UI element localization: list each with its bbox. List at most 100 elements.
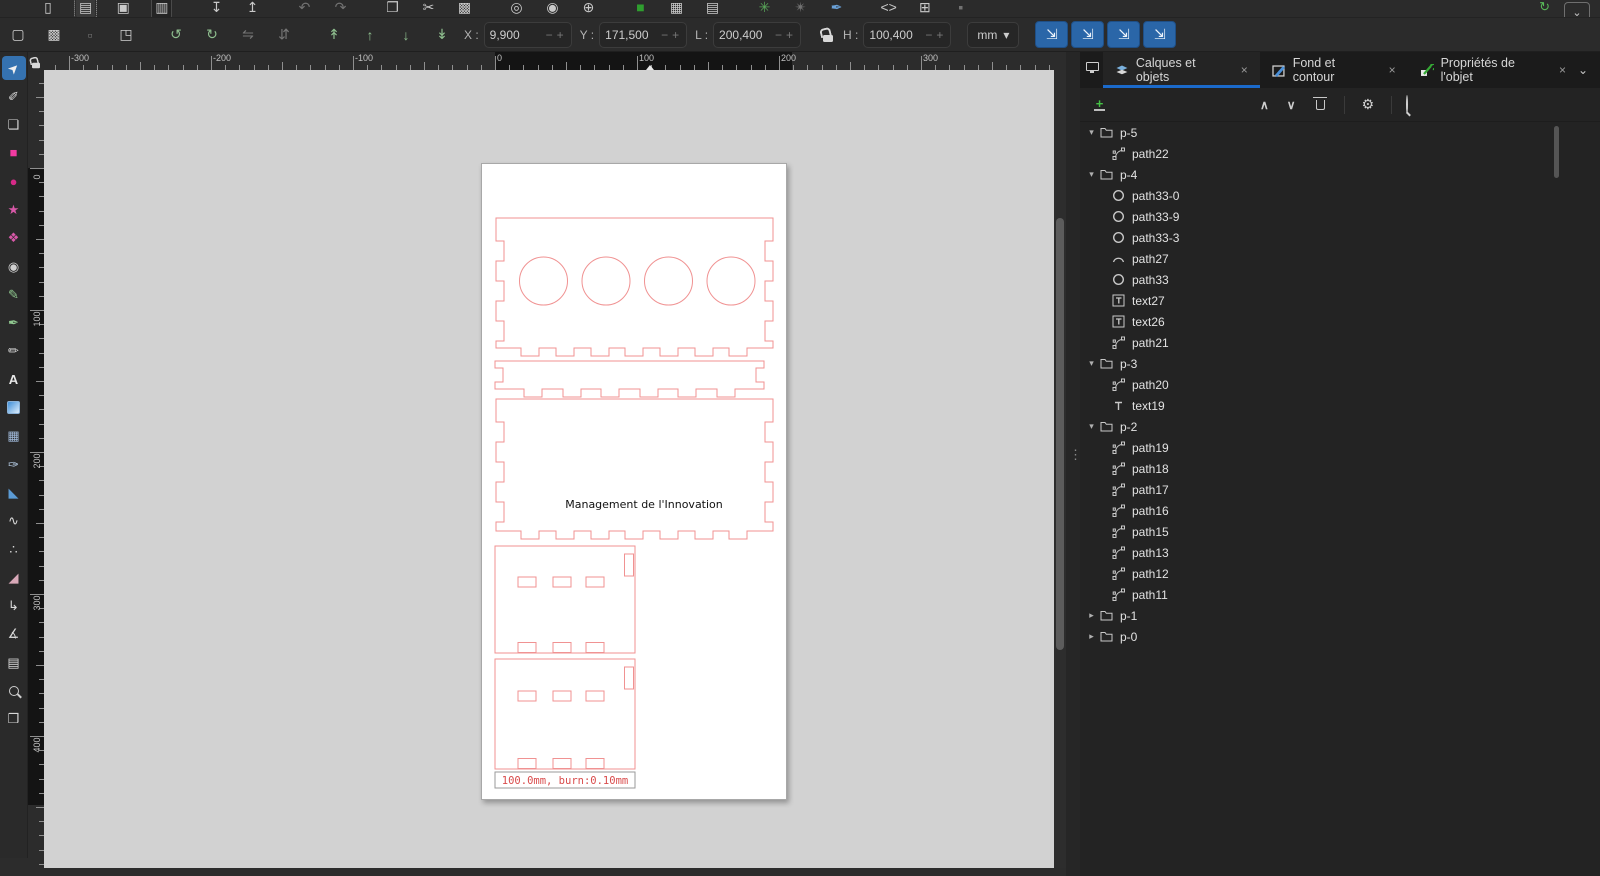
width-decrement[interactable]: −	[773, 28, 784, 42]
unit-dropdown[interactable]: mm ▾	[967, 22, 1019, 48]
select-all-layers-icon[interactable]: ▩	[46, 26, 62, 43]
tree-item-label[interactable]: path19	[1132, 441, 1169, 455]
scrollbar-thumb[interactable]	[1056, 218, 1064, 650]
tree-item-label[interactable]: path16	[1132, 504, 1169, 518]
side-panel-a[interactable]	[495, 546, 635, 653]
tree-item-label[interactable]: path18	[1132, 462, 1169, 476]
scale-corners-toggle[interactable]: ⇲	[1071, 21, 1104, 48]
x-increment[interactable]: +	[555, 28, 566, 42]
align-dialog-icon[interactable]: ⊞	[917, 0, 933, 18]
tree-row-p-4[interactable]: ▾p-4	[1080, 164, 1580, 185]
guide-lock-button[interactable]	[28, 52, 44, 70]
tree-row-path33[interactable]: path33	[1080, 269, 1580, 290]
tree-item-label[interactable]: path33-0	[1132, 189, 1179, 203]
tree-row-text26[interactable]: text26	[1080, 311, 1580, 332]
tree-item-label[interactable]: path33	[1132, 273, 1169, 287]
flip-horizontal-icon[interactable]: ⇋	[240, 26, 256, 43]
lid-hole-4[interactable]	[707, 257, 755, 305]
triangle-right-icon[interactable]: ▸	[1085, 631, 1098, 642]
triangle-down-icon[interactable]: ▾	[1085, 169, 1098, 180]
rotate-ccw-icon[interactable]: ↺	[168, 26, 184, 43]
panel-resize-handle[interactable]: ⋮	[1066, 52, 1080, 876]
panel-scrollbar[interactable]	[1554, 122, 1560, 876]
calligraphy-tool[interactable]: ✏	[2, 339, 26, 363]
tree-item-label[interactable]: text19	[1132, 399, 1165, 413]
selection-box-icon[interactable]: ◳	[118, 26, 134, 43]
pages-tool[interactable]: ❒	[2, 707, 26, 731]
close-icon[interactable]: ×	[1241, 63, 1248, 77]
duplicate-icon[interactable]: ▦	[668, 0, 684, 18]
node-tool[interactable]: ✐	[2, 84, 26, 108]
height-decrement[interactable]: −	[923, 28, 934, 42]
rotate-cw-icon[interactable]: ↻	[204, 26, 220, 43]
tree-item-label[interactable]: path20	[1132, 378, 1169, 392]
settings-gear-button[interactable]: ⚙	[1362, 96, 1375, 113]
lower-to-bottom-icon[interactable]: ↡	[434, 26, 450, 43]
deselect-icon[interactable]: ▫	[82, 27, 98, 43]
pen-tool[interactable]: ✒	[2, 311, 26, 335]
connector-tool[interactable]: ↳	[2, 594, 26, 618]
new-document-icon[interactable]: ▯	[40, 0, 56, 18]
tree-item-label[interactable]: path22	[1132, 147, 1169, 161]
undo-icon[interactable]: ↶	[296, 0, 312, 18]
box3d-tool[interactable]: ❖	[2, 226, 26, 250]
tree-row-p-3[interactable]: ▾p-3	[1080, 353, 1580, 374]
box-lid-outline[interactable]	[496, 218, 773, 356]
tree-item-label[interactable]: text26	[1132, 315, 1165, 329]
save-document-icon[interactable]: ▣	[115, 0, 131, 18]
side-b-bottom-slot-2[interactable]	[553, 759, 571, 769]
lid-hole-2[interactable]	[582, 257, 630, 305]
move-up-button[interactable]: ∧	[1260, 98, 1269, 112]
tree-row-path12[interactable]: path12	[1080, 563, 1580, 584]
close-icon[interactable]: ×	[1389, 63, 1396, 77]
x-decrement[interactable]: −	[544, 28, 555, 42]
raise-icon[interactable]: ↑	[362, 27, 378, 43]
redo-icon[interactable]: ↷	[332, 0, 348, 18]
tree-row-p-5[interactable]: ▾p-5	[1080, 122, 1580, 143]
document-page[interactable]: 100.0mm, burn:0.10mm Management de l'Inn…	[481, 163, 787, 800]
dropper-tool[interactable]: ✑	[2, 452, 26, 476]
ellipse-tool[interactable]: ●	[2, 169, 26, 193]
tree-item-label[interactable]: path11	[1132, 588, 1168, 602]
tree-item-label[interactable]: path33-9	[1132, 210, 1179, 224]
tree-row-path18[interactable]: path18	[1080, 458, 1580, 479]
lid-hole-3[interactable]	[645, 257, 693, 305]
box-front-outline[interactable]	[496, 399, 773, 539]
scrollbar-thumb[interactable]	[1554, 126, 1559, 178]
lower-icon[interactable]: ↓	[398, 27, 414, 43]
triangle-down-icon[interactable]: ▾	[1085, 127, 1098, 138]
xml-editor-icon[interactable]: <>	[880, 0, 896, 18]
tree-item-label[interactable]: path21	[1132, 336, 1169, 350]
vertical-ruler[interactable]: 0100200300400	[28, 70, 44, 868]
y-increment[interactable]: +	[670, 28, 681, 42]
tree-item-label[interactable]: path17	[1132, 483, 1169, 497]
pencil-tool[interactable]: ✎	[2, 282, 26, 306]
tree-item-label[interactable]: p-3	[1120, 357, 1137, 371]
side-a-bottom-slot-3[interactable]	[586, 643, 604, 653]
tree-row-p-0[interactable]: ▸ p-0	[1080, 626, 1580, 647]
zoom-tool[interactable]	[2, 679, 26, 703]
zoom-page-icon[interactable]: ◉	[544, 0, 560, 18]
tree-item-label[interactable]: path27	[1132, 252, 1169, 266]
paint-bucket-tool[interactable]: ◣	[2, 480, 26, 504]
scale-stroke-toggle[interactable]: ⇲	[1035, 21, 1068, 48]
horizontal-ruler[interactable]: -300-200-1000100200300400	[44, 52, 1054, 70]
node-symbol-icon[interactable]: ✳	[756, 0, 772, 18]
move-gradients-toggle[interactable]: ⇲	[1107, 21, 1140, 48]
side-b-bottom-slot-3[interactable]	[586, 759, 604, 769]
tab-proprietes-de-l-objet[interactable]: Propriétés de l'objet ×	[1408, 52, 1578, 88]
width-field[interactable]: 200,400 − +	[713, 22, 801, 48]
tree-item-label[interactable]: p-1	[1120, 609, 1137, 623]
eraser-tool[interactable]: ◢	[2, 565, 26, 589]
tree-item-label[interactable]: text27	[1132, 294, 1165, 308]
canvas[interactable]: 100.0mm, burn:0.10mm Management de l'Inn…	[44, 70, 1054, 868]
height-value[interactable]: 100,400	[869, 28, 923, 42]
text-dialog-icon[interactable]: ▤	[704, 0, 720, 18]
tree-row-text19[interactable]: text19	[1080, 395, 1580, 416]
tree-item-label[interactable]: p-0	[1120, 630, 1137, 644]
display-icon[interactable]	[1086, 62, 1099, 71]
mesh-gradient-tool[interactable]: ▦	[2, 424, 26, 448]
pen-blue-icon[interactable]: ✒	[828, 0, 844, 18]
flip-vertical-icon[interactable]: ⇵	[276, 26, 292, 43]
tree-row-path33-0[interactable]: path33-0	[1080, 185, 1580, 206]
